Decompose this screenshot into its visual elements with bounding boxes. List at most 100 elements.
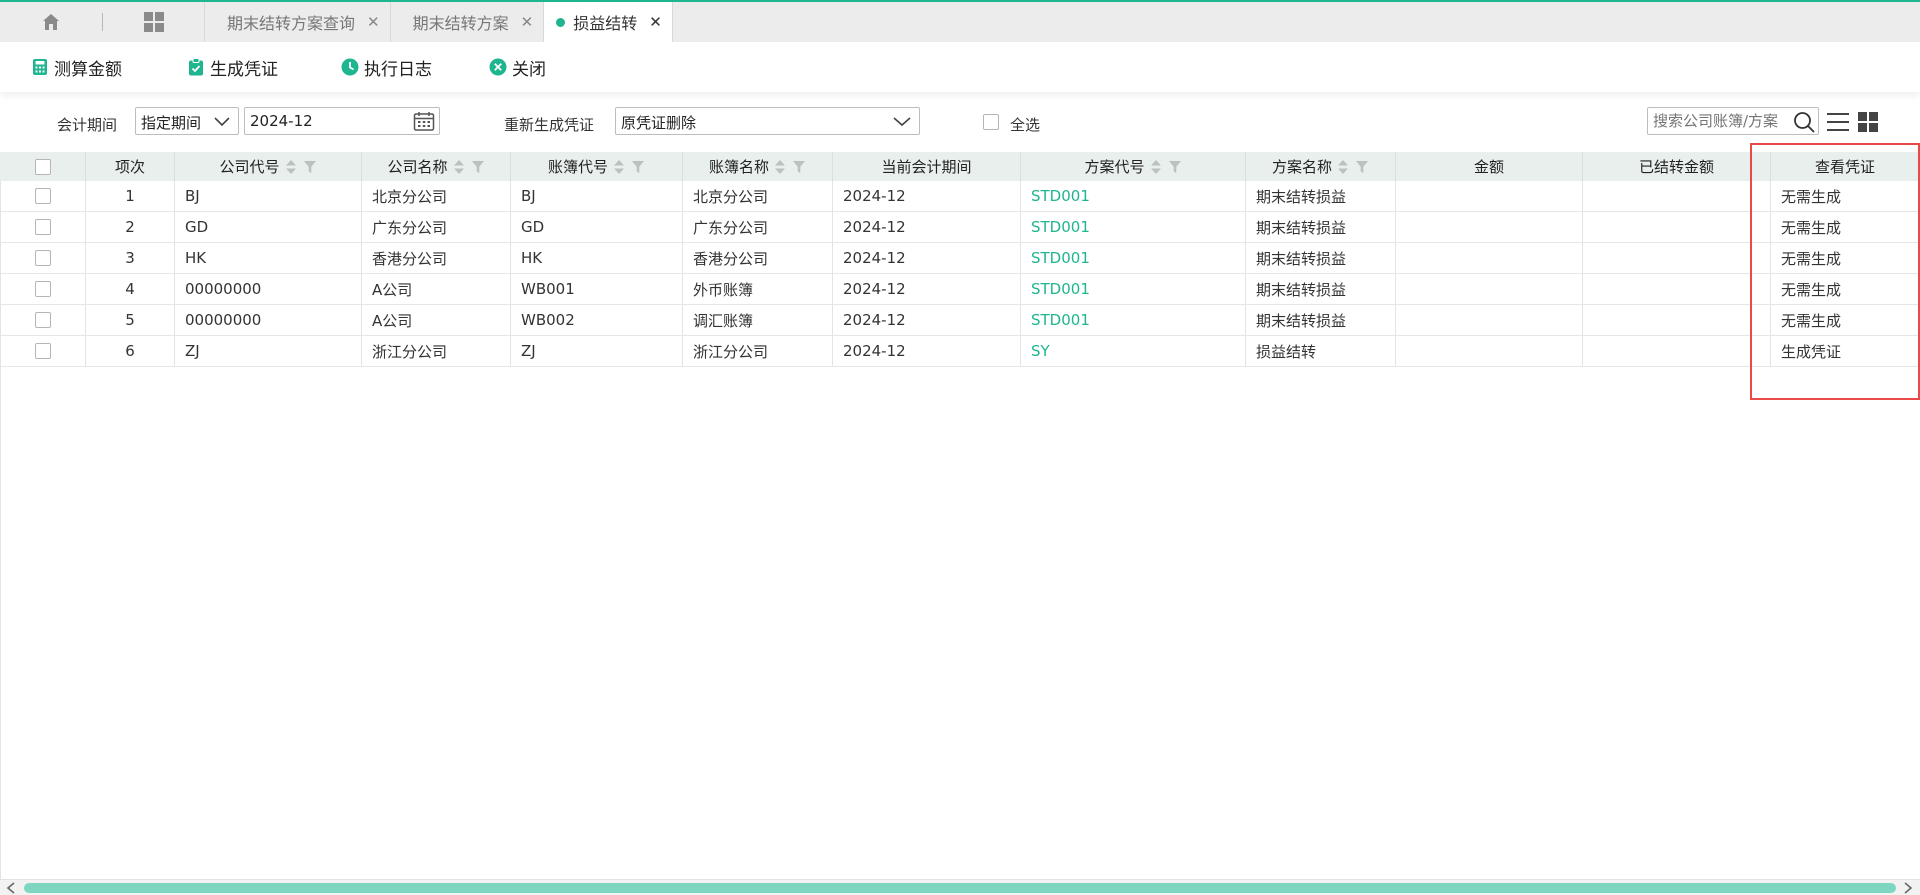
filter-icon[interactable] <box>1168 160 1182 174</box>
header-book-name[interactable]: 账簿名称 <box>683 152 833 181</box>
select-all-label: 全选 <box>1010 116 1041 134</box>
list-view-icon[interactable] <box>1826 111 1850 133</box>
close-label: 关闭 <box>512 59 546 80</box>
tab-bar: 期末结转方案查询 ✕ 期末结转方案 ✕ 损益结转 ✕ <box>0 0 1920 42</box>
filter-icon[interactable] <box>631 160 645 174</box>
row-select-checkbox[interactable] <box>34 250 51 266</box>
close-icon[interactable]: ✕ <box>521 13 534 31</box>
cell-scheme-name: 期末结转损益 <box>1246 181 1396 211</box>
home-icon <box>43 14 59 30</box>
sort-icon[interactable] <box>774 159 786 175</box>
sort-icon[interactable] <box>453 159 465 175</box>
sort-icon[interactable] <box>613 159 625 175</box>
horizontal-scrollbar[interactable] <box>0 879 1920 895</box>
table-row[interactable]: 6 ZJ 浙江分公司 ZJ 浙江分公司 2024-12 SY 损益结转 生成凭证 <box>0 336 1920 367</box>
row-select-checkbox[interactable] <box>34 281 51 297</box>
cell-scheme-code-link[interactable]: STD001 <box>1021 181 1246 211</box>
header-company-name[interactable]: 公司名称 <box>362 152 511 181</box>
clipboard-check-icon <box>189 58 203 76</box>
calc-amount-button[interactable]: 测算金额 <box>31 55 122 80</box>
cell-scheme-code-link[interactable]: SY <box>1021 336 1246 366</box>
header-current-period: 当前会计期间 <box>833 152 1021 181</box>
table-row[interactable]: 1 BJ 北京分公司 BJ 北京分公司 2024-12 STD001 期末结转损… <box>0 181 1920 212</box>
execution-log-button[interactable]: 执行日志 <box>341 55 432 80</box>
cell-company-name: A公司 <box>362 305 511 335</box>
close-icon[interactable]: ✕ <box>649 13 662 31</box>
cell-index: 3 <box>86 243 175 273</box>
tab-label: 损益结转 <box>573 14 638 33</box>
cell-scheme-code-link[interactable]: STD001 <box>1021 274 1246 304</box>
tab-scheme[interactable]: 期末结转方案 ✕ <box>391 2 545 42</box>
row-select-checkbox[interactable] <box>34 188 51 204</box>
table-row[interactable]: 4 00000000 A公司 WB001 外币账簿 2024-12 STD001… <box>0 274 1920 305</box>
row-select-checkbox[interactable] <box>34 219 51 235</box>
cell-company-code: ZJ <box>175 336 362 366</box>
search-box[interactable] <box>1647 107 1819 135</box>
filter-icon[interactable] <box>303 160 317 174</box>
cell-transferred <box>1583 243 1771 273</box>
filter-icon[interactable] <box>792 160 806 174</box>
cell-index: 2 <box>86 212 175 242</box>
period-date-value: 2024-12 <box>250 112 313 130</box>
cell-company-code: GD <box>175 212 362 242</box>
close-icon[interactable]: ✕ <box>367 13 380 31</box>
cell-book-name: 香港分公司 <box>683 243 833 273</box>
card-view-icon[interactable] <box>1857 111 1879 133</box>
tab-scheme-query[interactable]: 期末结转方案查询 ✕ <box>205 2 391 42</box>
scroll-left-icon[interactable] <box>6 882 16 894</box>
cell-scheme-code-link[interactable]: STD001 <box>1021 212 1246 242</box>
regenerate-voucher-value: 原凭证删除 <box>621 114 697 132</box>
apps-button[interactable] <box>103 2 205 42</box>
cell-scheme-code-link[interactable]: STD001 <box>1021 305 1246 335</box>
period-mode-select[interactable]: 指定期间 <box>135 107 239 135</box>
row-checkbox-cell <box>0 336 86 366</box>
cell-company-name: 北京分公司 <box>362 181 511 211</box>
cell-scheme-name: 期末结转损益 <box>1246 212 1396 242</box>
header-book-code[interactable]: 账簿代号 <box>511 152 683 181</box>
cell-company-code: 00000000 <box>175 305 362 335</box>
row-select-checkbox[interactable] <box>34 343 51 359</box>
period-date-input[interactable]: 2024-12 <box>244 107 440 135</box>
cell-company-name: 浙江分公司 <box>362 336 511 366</box>
cell-book-code: WB002 <box>511 305 683 335</box>
cell-book-name: 调汇账簿 <box>683 305 833 335</box>
scrollbar-thumb[interactable] <box>24 883 1896 893</box>
scroll-right-icon[interactable] <box>1903 882 1913 894</box>
apps-grid-icon <box>143 12 164 32</box>
filter-icon[interactable] <box>1355 160 1369 174</box>
cell-amount <box>1396 336 1583 366</box>
calendar-icon[interactable] <box>413 111 435 131</box>
table-row[interactable]: 5 00000000 A公司 WB002 调汇账簿 2024-12 STD001… <box>0 305 1920 336</box>
cell-period: 2024-12 <box>833 181 1021 211</box>
tab-profit-loss-transfer[interactable]: 损益结转 ✕ <box>544 2 673 42</box>
header-scheme-code[interactable]: 方案代号 <box>1021 152 1246 181</box>
header-label: 金额 <box>1473 158 1504 176</box>
tab-label: 期末结转方案 <box>412 14 509 33</box>
close-button[interactable]: 关闭 <box>489 55 546 80</box>
select-all-checkbox[interactable] <box>983 114 999 130</box>
home-button[interactable] <box>0 2 102 42</box>
cell-scheme-code-link[interactable]: STD001 <box>1021 243 1246 273</box>
cell-transferred <box>1583 212 1771 242</box>
cell-book-code: BJ <box>511 181 683 211</box>
row-checkbox-cell <box>0 305 86 335</box>
regenerate-voucher-select[interactable]: 原凭证删除 <box>615 107 920 135</box>
header-label: 方案代号 <box>1084 158 1145 176</box>
cell-amount <box>1396 305 1583 335</box>
filter-icon[interactable] <box>471 160 485 174</box>
table-row[interactable]: 2 GD 广东分公司 GD 广东分公司 2024-12 STD001 期末结转损… <box>0 212 1920 243</box>
header-company-code[interactable]: 公司代号 <box>175 152 362 181</box>
header-scheme-name[interactable]: 方案名称 <box>1246 152 1396 181</box>
search-icon[interactable] <box>1793 111 1815 133</box>
generate-voucher-button[interactable]: 生成凭证 <box>187 55 278 80</box>
cell-scheme-name: 期末结转损益 <box>1246 243 1396 273</box>
cell-period: 2024-12 <box>833 305 1021 335</box>
search-input[interactable] <box>1653 109 1793 133</box>
table-row[interactable]: 3 HK 香港分公司 HK 香港分公司 2024-12 STD001 期末结转损… <box>0 243 1920 274</box>
sort-icon[interactable] <box>285 159 297 175</box>
header-label: 账簿代号 <box>547 158 608 176</box>
sort-icon[interactable] <box>1150 159 1162 175</box>
row-select-checkbox[interactable] <box>34 312 51 328</box>
sort-icon[interactable] <box>1337 159 1349 175</box>
header-select-checkbox[interactable] <box>34 158 51 175</box>
